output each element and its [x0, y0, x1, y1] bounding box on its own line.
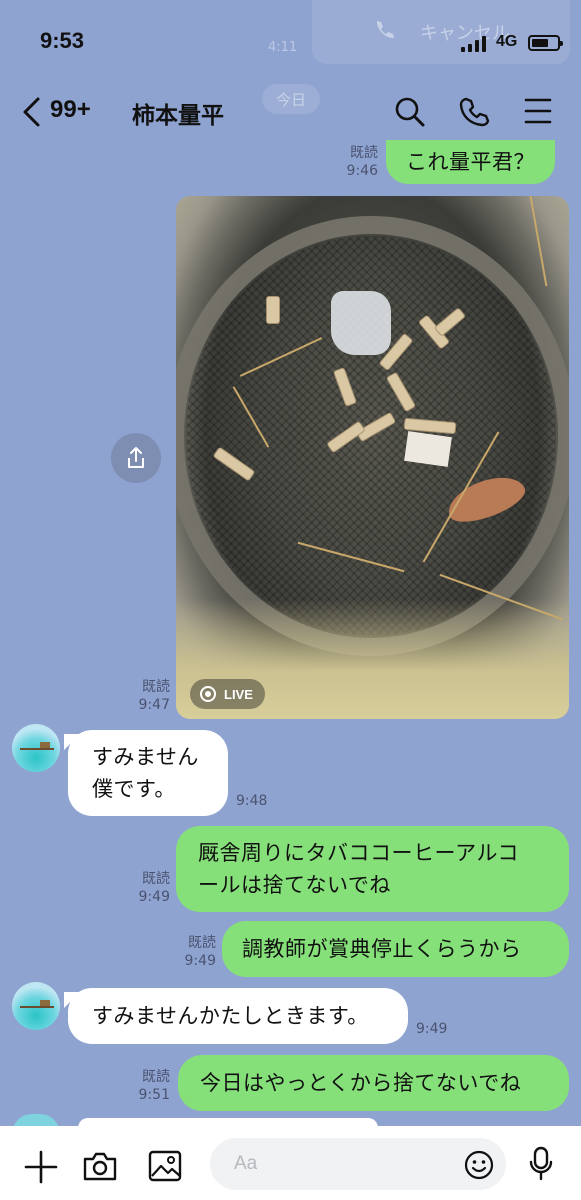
emoji-icon[interactable]	[464, 1150, 494, 1180]
status-bar: 9:53 4G	[0, 0, 581, 80]
message-meta: 既読 9:51	[110, 1068, 170, 1104]
message-text: すみませんかたしときます。	[92, 1004, 369, 1028]
message-time: 9:48	[236, 793, 268, 809]
chat-title: 柿本量平	[132, 103, 224, 129]
message-time: 9:49	[416, 1021, 448, 1037]
message-text: ールは捨てないでね	[198, 873, 391, 897]
message-meta: 既読 9:49	[110, 870, 170, 906]
hamburger-menu-icon[interactable]	[524, 96, 552, 126]
read-receipt: 既読	[188, 935, 216, 951]
message-text: 調教師が賞典停止くらうから	[242, 937, 522, 961]
message-time: 9:49	[184, 953, 216, 969]
status-time: 9:53	[40, 28, 85, 53]
message-text: すみません	[92, 745, 199, 769]
message-meta: 既読 9:47	[110, 678, 170, 714]
avatar[interactable]	[12, 982, 60, 1030]
message-input-bar	[0, 1126, 581, 1200]
photo-straw	[524, 196, 548, 287]
search-icon[interactable]	[394, 96, 426, 128]
image-icon[interactable]	[148, 1150, 182, 1182]
live-icon	[200, 686, 216, 702]
photo-plastic	[331, 291, 391, 355]
live-label: LIVE	[224, 686, 253, 702]
message-text: これ量平君？	[406, 150, 535, 174]
received-message-bubble[interactable]: すみません 僕です。	[68, 730, 228, 816]
read-receipt: 既読	[142, 1069, 170, 1085]
plus-icon[interactable]	[24, 1150, 58, 1184]
share-icon	[128, 447, 144, 468]
photo-paper	[404, 431, 452, 467]
network-type: 4G	[496, 33, 518, 50]
battery-icon	[528, 35, 563, 51]
message-text: 僕です。	[92, 777, 176, 801]
phone-icon[interactable]	[458, 96, 490, 128]
chat-header: 99+ 柿本量平	[0, 82, 581, 142]
read-receipt: 既読	[142, 679, 170, 695]
chevron-left-icon[interactable]	[20, 96, 42, 128]
camera-icon[interactable]	[82, 1150, 118, 1182]
photo-cigarette-butt	[266, 296, 280, 324]
share-button[interactable]	[111, 433, 161, 483]
photo-message[interactable]: LIVE	[176, 196, 569, 719]
live-photo-badge: LIVE	[190, 679, 265, 709]
sent-message-bubble[interactable]: 厩舎周りにタバココーヒーアルコ ールは捨てないでね	[176, 826, 569, 912]
sent-message-bubble[interactable]: これ量平君？	[386, 140, 555, 184]
message-text: 厩舎周りにタバココーヒーアルコ	[198, 841, 520, 865]
message-meta: 既読 9:49	[156, 934, 216, 970]
message-meta: 既読 9:46	[318, 144, 378, 180]
message-time: 9:51	[138, 1087, 170, 1103]
message-input[interactable]	[210, 1138, 506, 1190]
signal-icon	[461, 36, 486, 52]
message-time: 9:46	[346, 163, 378, 179]
sent-message-bubble[interactable]: 今日はやっとくから捨てないでね	[178, 1055, 569, 1111]
unread-count[interactable]: 99+	[50, 96, 91, 124]
message-text: 今日はやっとくから捨てないでね	[200, 1071, 522, 1095]
sent-message-bubble[interactable]: 調教師が賞典停止くらうから	[222, 921, 569, 977]
message-time: 9:47	[138, 697, 170, 713]
read-receipt: 既読	[142, 871, 170, 887]
read-receipt: 既読	[350, 145, 378, 161]
microphone-icon[interactable]	[528, 1146, 554, 1182]
message-time: 9:49	[138, 889, 170, 905]
received-message-bubble[interactable]: すみませんかたしときます。	[68, 988, 408, 1044]
avatar[interactable]	[12, 724, 60, 772]
